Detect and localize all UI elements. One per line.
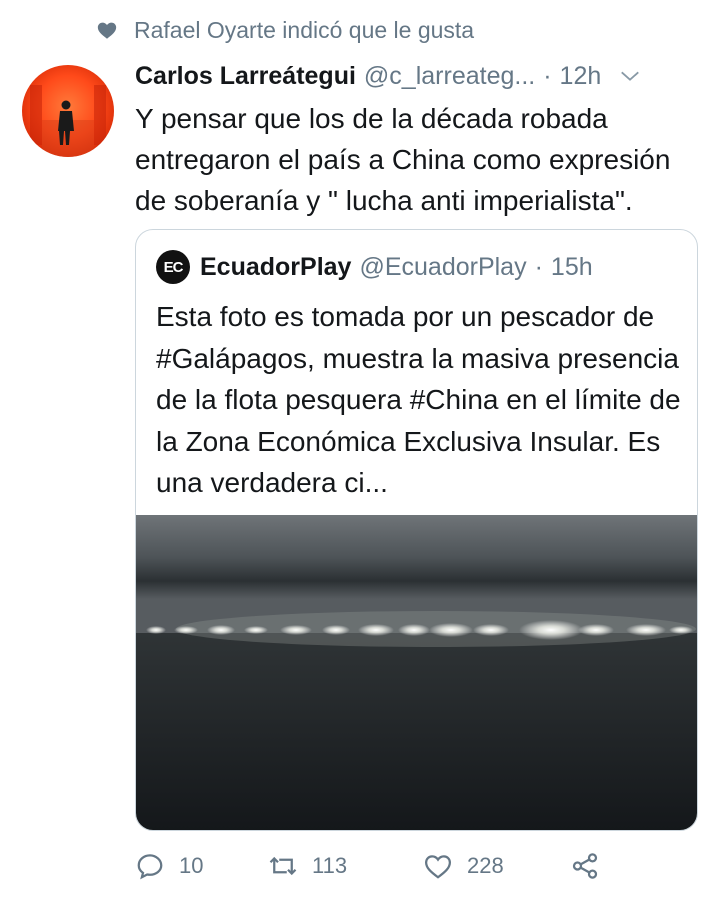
like-button[interactable]: 228 (423, 851, 504, 881)
reply-icon (137, 854, 163, 880)
retweet-icon (269, 856, 297, 876)
quoted-time: 15h (550, 252, 593, 281)
like-icon (424, 855, 452, 879)
reply-button[interactable]: 10 (135, 851, 203, 881)
quoted-author-handle: @EcuadorPlay (359, 252, 527, 281)
quoted-tweet-header: EC EcuadorPlay @EcuadorPlay · 15h (156, 248, 593, 286)
retweet-count: 113 (312, 853, 348, 878)
avatar[interactable] (22, 65, 114, 157)
tweet-time[interactable]: 12h (560, 62, 602, 91)
share-icon (572, 853, 598, 879)
share-button[interactable] (570, 851, 600, 881)
author-handle[interactable]: @c_larreateg... (364, 62, 535, 91)
social-context-text: Rafael Oyarte indicó que le gusta (134, 16, 475, 43)
quoted-avatar: EC (156, 250, 190, 284)
heart-icon (97, 22, 117, 39)
author-name[interactable]: Carlos Larreátegui (135, 62, 356, 91)
tweet-header: Carlos Larreátegui @c_larreateg... · 12h (135, 58, 697, 94)
like-count: 228 (467, 853, 504, 878)
tweet-text: Y pensar que los de la década robada ent… (135, 103, 671, 216)
quoted-separator: · (534, 252, 543, 281)
reply-count: 10 (179, 853, 204, 878)
social-context: Rafael Oyarte indicó que le gusta (96, 14, 474, 46)
quoted-tweet[interactable]: EC EcuadorPlay @EcuadorPlay · 15h Esta f… (135, 229, 698, 831)
retweet-button[interactable]: 113 (268, 851, 347, 881)
avatar-figure-image (30, 85, 106, 157)
quoted-tweet-photo[interactable] (136, 515, 698, 831)
quoted-author-name: EcuadorPlay (200, 252, 352, 281)
chevron-down-icon[interactable] (619, 65, 641, 87)
tweet-actions: 10 113 228 (135, 848, 615, 884)
tweet-separator: · (543, 61, 552, 90)
quoted-tweet-text: Esta foto es tomada por un pescador de #… (156, 301, 681, 498)
